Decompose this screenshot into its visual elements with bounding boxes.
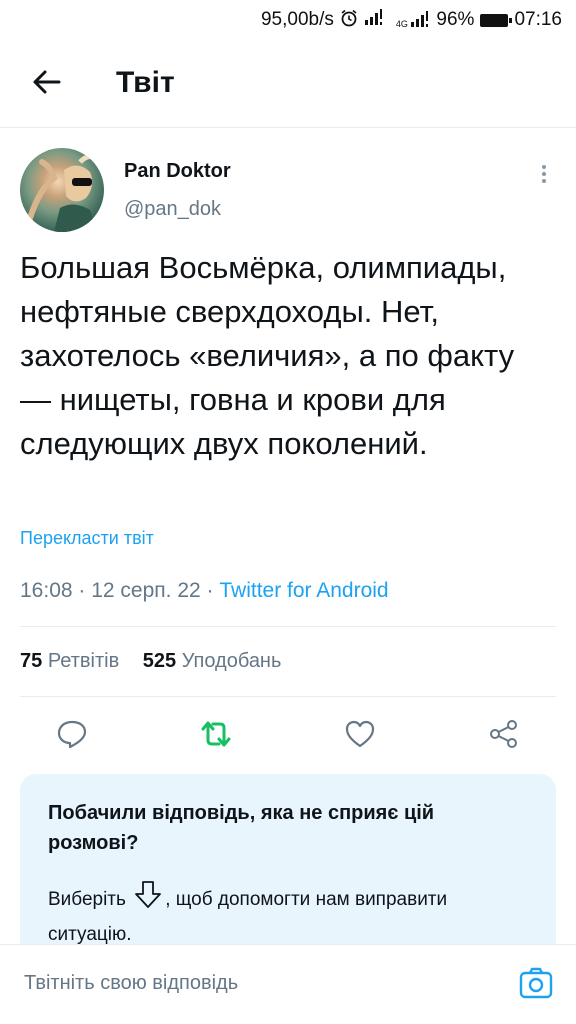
notice-title: Побачили відповідь, яка не сприяє цій ро… (48, 802, 435, 854)
more-options-button[interactable] (530, 160, 558, 188)
tweet-source-link[interactable]: Twitter for Android (219, 579, 388, 602)
alarm-icon (340, 9, 358, 32)
arrow-down-icon (133, 880, 163, 920)
camera-icon (519, 967, 553, 1004)
camera-button[interactable] (518, 967, 554, 1003)
network-type: 4G (395, 19, 408, 29)
clock: 07:16 (514, 9, 562, 30)
tweet-time: 16:08 (20, 579, 73, 602)
author-handle[interactable]: @pan_dok (124, 198, 221, 221)
tweet-meta: 16:08 · 12 серп. 22 · Twitter for Androi… (20, 579, 389, 603)
retweets-count: 75 (20, 650, 43, 672)
page-title: Твіт (116, 66, 175, 99)
back-button[interactable] (24, 62, 68, 106)
reply-input[interactable] (22, 971, 486, 996)
reply-feedback-notice: Побачили відповідь, яка не сприяє цій ро… (20, 774, 556, 964)
tweet-text: Большая Восьмёрка, олимпиады, нефтяные с… (20, 250, 515, 461)
divider (20, 696, 556, 697)
likes-label: Уподобань (181, 650, 282, 672)
heart-icon (344, 719, 376, 754)
battery-percent: 96% (436, 9, 475, 30)
share-button[interactable] (482, 714, 526, 758)
header: Твіт (0, 40, 576, 128)
network-speed: 95,00b/s (260, 9, 334, 30)
signal-4g-icon: 4G (390, 11, 431, 29)
divider (20, 626, 556, 627)
retweets-label: Ретвітів (47, 650, 120, 672)
notice-text-before: Виберіть (48, 889, 126, 911)
status-bar: 95,00b/s 4G 96% 07:16 (0, 0, 576, 40)
retweets-stat[interactable]: 75 Ретвітів (20, 650, 119, 672)
retweet-icon (198, 720, 234, 753)
arrow-left-icon (31, 69, 61, 100)
share-icon (488, 719, 520, 754)
reply-composer (0, 944, 576, 1024)
avatar[interactable] (20, 148, 104, 232)
notice-text: Виберіть , щоб допомогти нам виправити с… (48, 880, 528, 950)
comment-icon (56, 719, 88, 754)
tweet-date: 12 серп. 22 (91, 579, 201, 602)
translate-tweet-link[interactable]: Перекласти твіт (20, 528, 154, 549)
separator: · (206, 579, 220, 602)
like-button[interactable] (338, 714, 382, 758)
retweet-button[interactable] (194, 714, 238, 758)
reply-button[interactable] (50, 714, 94, 758)
likes-stat[interactable]: 525 Уподобань (143, 650, 282, 672)
tweet-stats: 75 Ретвітів 525 Уподобань (20, 650, 299, 673)
signal-icon (364, 9, 384, 31)
likes-count: 525 (142, 650, 177, 672)
battery-icon (480, 13, 513, 27)
author-name[interactable]: Pan Doktor (124, 160, 231, 183)
separator: · (78, 579, 92, 602)
